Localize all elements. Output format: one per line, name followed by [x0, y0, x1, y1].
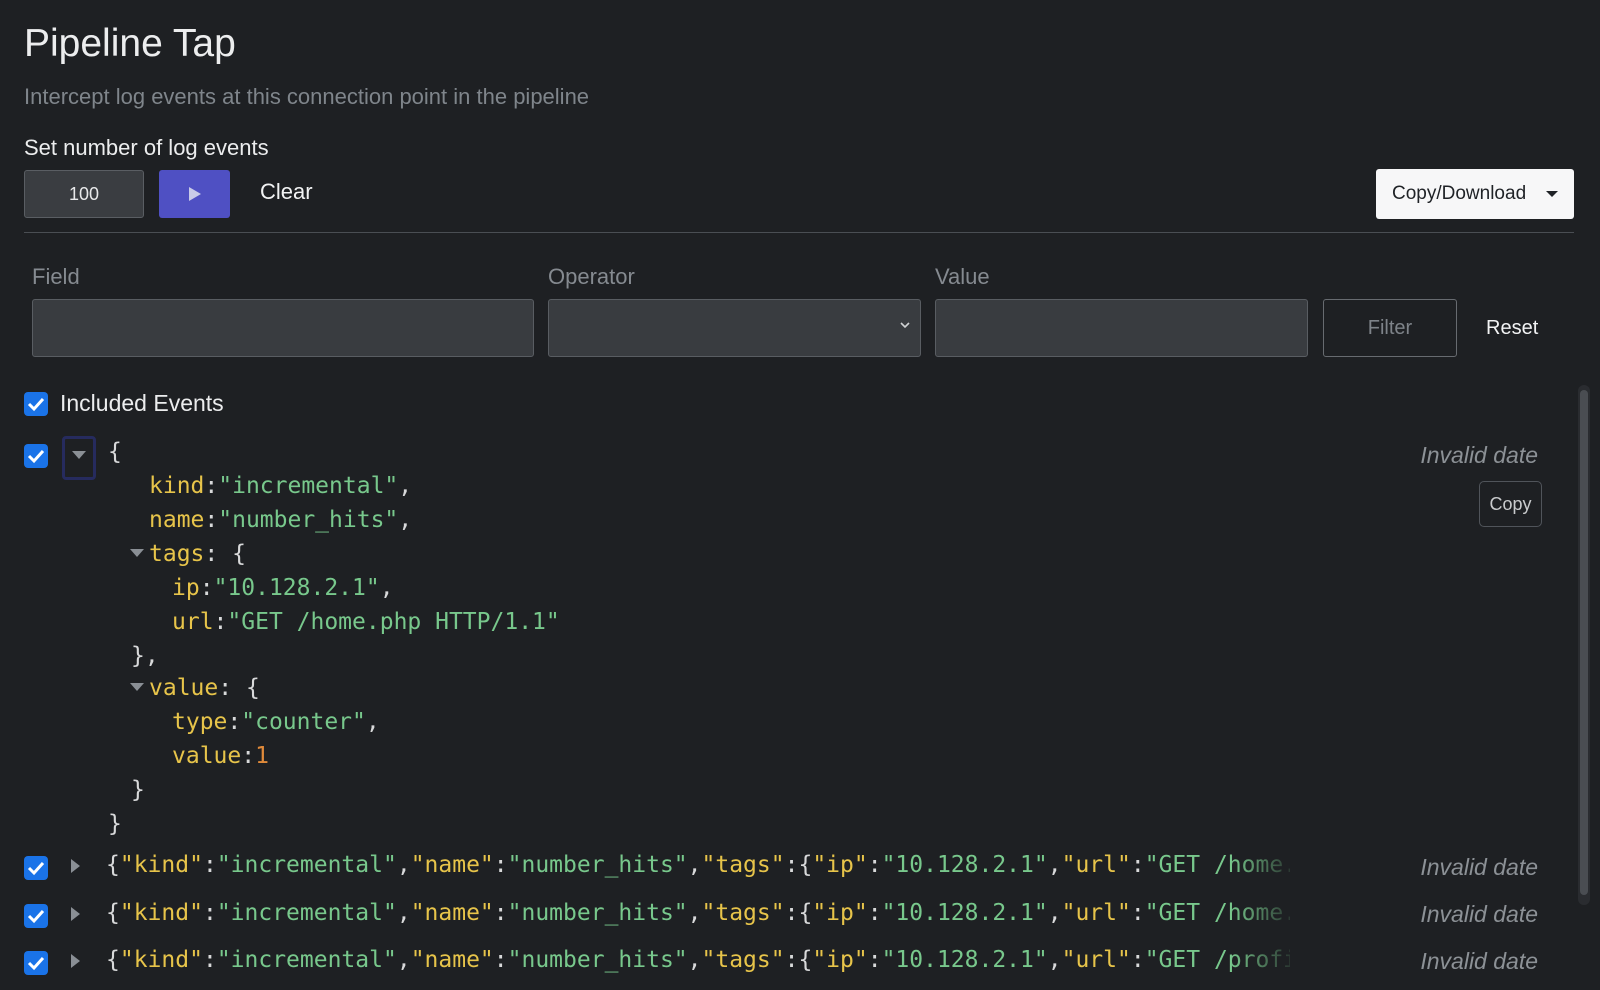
page-title: Pipeline Tap	[24, 22, 236, 65]
divider	[24, 232, 1574, 233]
caret-down-icon	[1546, 191, 1558, 197]
event-date: Invalid date	[1420, 948, 1538, 974]
value-label: Value	[935, 264, 990, 289]
json-line-value: value: {	[149, 675, 260, 701]
checkmark-icon	[27, 909, 45, 924]
copy-event-button[interactable]: Copy	[1479, 481, 1542, 527]
json-line-tags: tags: {	[149, 541, 246, 567]
field-label: Field	[32, 264, 80, 289]
json-line-url: url:"GET /home.php HTTP/1.1"	[172, 609, 560, 635]
checkmark-icon	[27, 861, 45, 876]
json-line-name: name:"number_hits",	[149, 507, 413, 533]
tags-collapse-icon[interactable]	[130, 549, 144, 557]
row-fade	[1230, 851, 1300, 883]
value-input[interactable]	[935, 299, 1308, 357]
scrollbar-thumb[interactable]	[1580, 390, 1588, 895]
page-subtitle: Intercept log events at this connection …	[24, 84, 590, 109]
collapse-toggle[interactable]	[62, 436, 96, 480]
copy-download-label: Copy/Download	[1392, 183, 1527, 204]
event-row-json: {"kind":"incremental","name":"number_hit…	[106, 900, 1290, 926]
json-close-brace: }	[108, 811, 122, 837]
event-date: Invalid date	[1420, 442, 1538, 468]
json-line-ip: ip:"10.128.2.1",	[172, 575, 394, 601]
checkmark-icon	[27, 397, 45, 412]
event-date: Invalid date	[1420, 854, 1538, 880]
chevron-down-icon	[900, 322, 910, 329]
event-checkbox[interactable]	[24, 444, 48, 468]
json-tags-close: },	[131, 643, 159, 669]
copy-download-dropdown[interactable]: Copy/Download	[1376, 169, 1574, 219]
json-line-inner-value: value:1	[172, 743, 269, 769]
event-row-json: {"kind":"incremental","name":"number_hit…	[106, 852, 1290, 878]
reset-button[interactable]: Reset	[1486, 317, 1538, 340]
expand-row-icon[interactable]	[71, 954, 80, 968]
checkmark-icon	[27, 956, 45, 971]
filter-button[interactable]: Filter	[1323, 299, 1457, 357]
included-events-checkbox[interactable]	[24, 392, 48, 416]
play-button[interactable]	[159, 170, 230, 218]
checkmark-icon	[27, 449, 45, 464]
operator-label: Operator	[548, 264, 635, 289]
json-line-kind: kind:"incremental",	[149, 473, 413, 499]
play-icon	[189, 187, 201, 201]
value-collapse-icon[interactable]	[130, 683, 144, 691]
event-date: Invalid date	[1420, 901, 1538, 927]
expand-row-icon[interactable]	[71, 907, 80, 921]
event-row-json: {"kind":"incremental","name":"number_hit…	[106, 947, 1290, 973]
event-checkbox[interactable]	[24, 904, 48, 928]
field-input[interactable]	[32, 299, 534, 357]
caret-down-icon	[72, 451, 86, 459]
json-value-close: }	[131, 777, 145, 803]
event-count-label: Set number of log events	[24, 135, 269, 160]
row-fade	[1230, 946, 1300, 978]
operator-select[interactable]	[548, 299, 921, 357]
row-fade	[1230, 899, 1300, 931]
expand-row-icon[interactable]	[71, 859, 80, 873]
event-checkbox[interactable]	[24, 951, 48, 975]
json-open-brace: {	[108, 439, 122, 465]
event-checkbox[interactable]	[24, 856, 48, 880]
event-count-input[interactable]	[24, 170, 144, 218]
json-line-type: type:"counter",	[172, 709, 380, 735]
included-events-label: Included Events	[60, 390, 224, 416]
clear-button[interactable]: Clear	[260, 179, 313, 205]
